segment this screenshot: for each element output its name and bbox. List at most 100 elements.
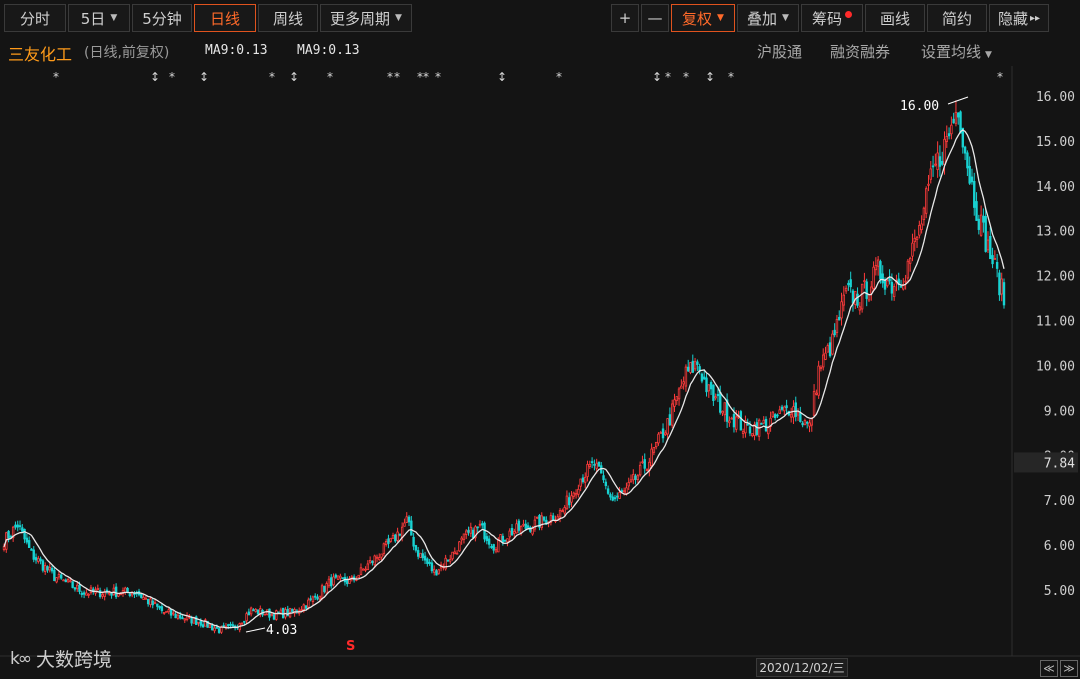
candle-body: [645, 469, 649, 471]
candle-body: [616, 495, 619, 498]
candle: [815, 389, 818, 396]
event-star-marker[interactable]: *: [728, 70, 734, 84]
candle-body: [268, 608, 271, 618]
candle-body: [64, 579, 67, 583]
candlestick-chart[interactable]: *↕*↕*↕******↕*↕**↕** 5.006.007.008.009.0…: [0, 0, 1080, 679]
candle-body: [227, 624, 230, 627]
event-arrow-marker[interactable]: ↕: [652, 70, 662, 84]
candle: [263, 613, 267, 616]
event-arrow-marker[interactable]: ↕: [199, 70, 209, 84]
event-star-marker[interactable]: *: [435, 70, 441, 84]
candle: [533, 515, 537, 532]
event-arrow-marker[interactable]: ↕: [497, 70, 507, 84]
candle-body: [256, 609, 260, 615]
candle-body: [604, 481, 608, 487]
candle: [860, 283, 864, 313]
candle: [565, 490, 569, 510]
candle-body: [119, 593, 122, 596]
candle: [904, 274, 907, 290]
candle-body: [263, 613, 267, 616]
event-arrow-marker[interactable]: ↕: [289, 70, 299, 84]
candle-body: [700, 373, 704, 382]
candle-body: [378, 557, 381, 561]
event-arrow-marker[interactable]: ↕: [705, 70, 715, 84]
scroll-right-button[interactable]: ≫: [1060, 660, 1078, 677]
event-star-marker[interactable]: *: [53, 70, 59, 84]
candle: [43, 562, 47, 575]
candle: [105, 587, 109, 595]
candle: [611, 492, 614, 502]
candle-body: [625, 487, 628, 494]
candle-body: [789, 413, 793, 418]
event-star-marker[interactable]: *: [269, 70, 275, 84]
candle-body: [723, 402, 727, 416]
candle-body: [691, 360, 694, 373]
event-star-marker[interactable]: *: [665, 70, 671, 84]
event-star-marker[interactable]: *: [423, 70, 429, 84]
candle-body: [366, 563, 370, 571]
candle: [934, 153, 937, 167]
event-star-marker[interactable]: *: [997, 70, 1003, 84]
high-price-label: 16.00: [900, 99, 939, 114]
candle-body: [668, 414, 672, 426]
event-star-marker[interactable]: *: [169, 70, 175, 84]
candle: [229, 621, 232, 628]
candle: [156, 603, 159, 611]
candle: [682, 376, 685, 390]
candle-body: [778, 409, 781, 414]
candle-body: [954, 111, 958, 124]
candle-body: [389, 537, 392, 542]
candle-body: [167, 609, 170, 613]
candle: [160, 603, 164, 614]
candle-body: [240, 622, 244, 625]
candle-body: [481, 523, 484, 526]
candle: [941, 151, 944, 166]
candle: [858, 302, 862, 315]
candle: [474, 524, 477, 542]
candle: [954, 100, 958, 127]
candle-body: [252, 609, 255, 612]
candle-body: [654, 441, 658, 448]
event-arrow-marker[interactable]: ↕: [150, 70, 160, 84]
candle-body: [918, 225, 921, 236]
candle-body: [451, 551, 454, 560]
candle-body: [911, 242, 914, 257]
candle: [183, 618, 186, 623]
candle: [85, 588, 88, 596]
candle: [973, 172, 976, 216]
event-star-marker[interactable]: *: [327, 70, 333, 84]
y-tick-label: 14.00: [1036, 180, 1075, 195]
current-price-label: 7.84: [1044, 456, 1075, 471]
candle: [840, 292, 843, 326]
candle-body: [275, 610, 278, 620]
candle: [240, 622, 244, 626]
candle-body: [975, 201, 978, 221]
candle: [824, 346, 827, 361]
candle: [963, 145, 967, 161]
event-star-marker[interactable]: *: [683, 70, 689, 84]
candle: [844, 285, 848, 294]
candle: [32, 546, 35, 563]
candle: [966, 150, 969, 177]
candle-body: [247, 611, 251, 616]
candle: [23, 528, 26, 544]
event-star-marker[interactable]: *: [556, 70, 562, 84]
candle: [780, 404, 784, 412]
candle: [913, 229, 916, 252]
candle-body: [682, 381, 685, 385]
candle: [911, 233, 914, 262]
scroll-left-button[interactable]: ≪: [1040, 660, 1058, 677]
candle: [851, 288, 855, 312]
candle-body: [666, 418, 669, 435]
event-star-marker[interactable]: *: [394, 70, 400, 84]
candle-body: [979, 214, 983, 236]
candle: [936, 141, 939, 178]
event-star-marker[interactable]: *: [387, 70, 393, 84]
candle-body: [60, 574, 63, 579]
candle: [341, 577, 344, 580]
candle-body: [410, 520, 413, 536]
candle: [753, 421, 756, 441]
candle: [826, 343, 829, 353]
candle-body: [279, 609, 283, 613]
candle: [158, 605, 161, 610]
